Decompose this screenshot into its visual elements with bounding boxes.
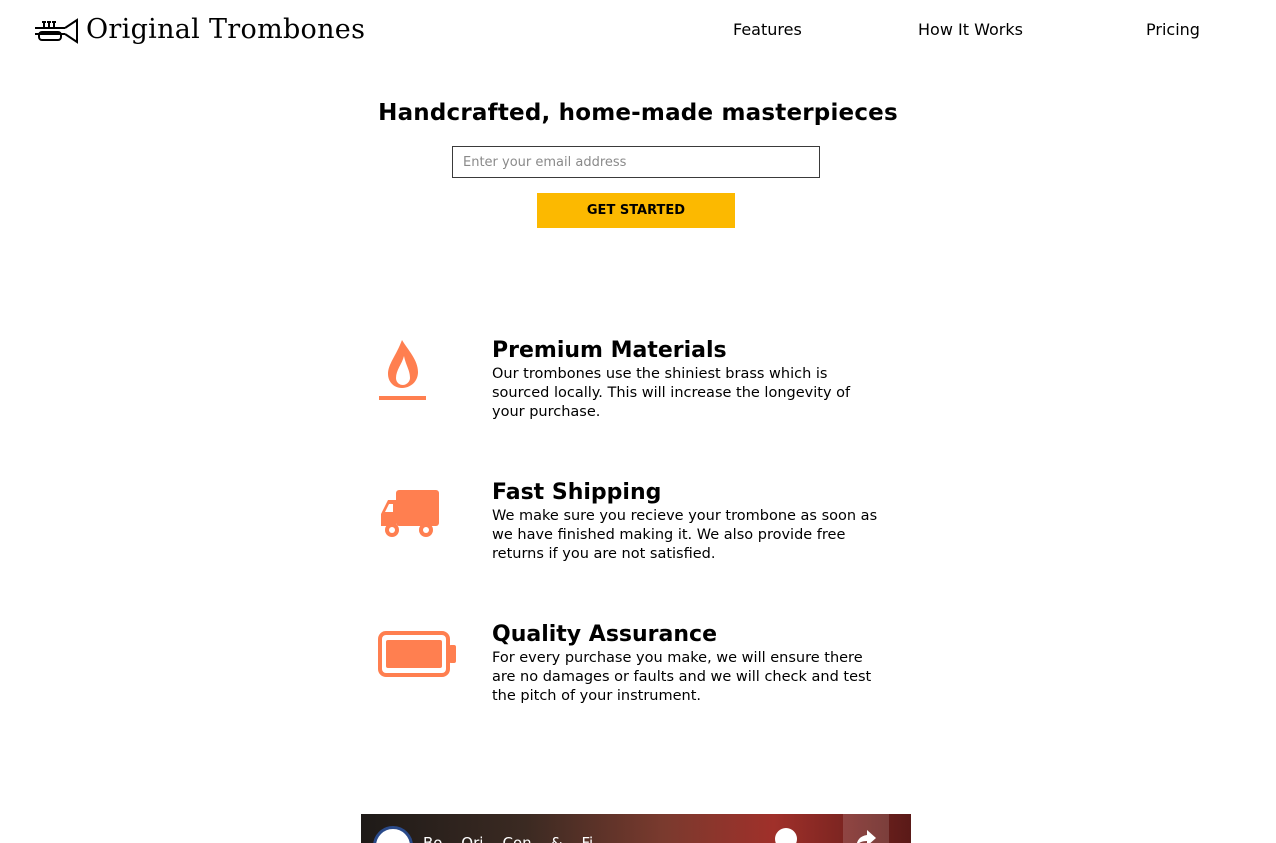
hero-title: Handcrafted, home-made masterpieces	[378, 100, 898, 126]
feature-title-fast-shipping: Fast Shipping	[492, 480, 662, 505]
brand-logo[interactable]: Original Trombones	[33, 12, 365, 46]
trumpet-icon	[35, 18, 78, 44]
feature-desc-premium-materials: Our trombones use the shiniest brass whi…	[492, 366, 851, 420]
feature-title-quality-assurance: Quality Assurance	[492, 622, 718, 647]
get-started-button[interactable]: GET STARTED	[537, 193, 735, 228]
nav-how-it-works[interactable]: How It Works	[918, 20, 1023, 39]
watch-later-icon[interactable]	[775, 828, 797, 843]
nav-features[interactable]: Features	[733, 20, 802, 39]
video-title[interactable]: Bo... Ori... Con... & ...Fi...	[423, 834, 608, 843]
feature-title-premium-materials: Premium Materials	[492, 338, 727, 363]
nav-pricing[interactable]: Pricing	[1146, 20, 1200, 39]
fire-icon	[378, 340, 428, 406]
email-input[interactable]	[452, 146, 820, 178]
channel-avatar[interactable]	[373, 826, 413, 843]
truck-icon	[380, 490, 440, 544]
feature-desc-fast-shipping: We make sure you recieve your trombone a…	[492, 508, 878, 562]
feature-desc-quality-assurance: For every purchase you make, we will ens…	[492, 650, 872, 704]
share-icon[interactable]	[843, 814, 889, 843]
brand-name: Original Trombones	[86, 13, 366, 45]
video-embed[interactable]: Bo... Ori... Con... & ...Fi...	[361, 814, 911, 843]
battery-full-icon	[378, 631, 458, 681]
